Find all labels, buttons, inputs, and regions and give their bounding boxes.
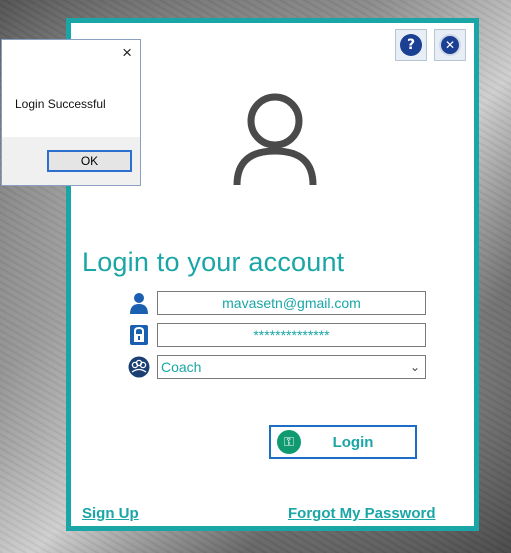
page-title: Login to your account	[82, 247, 345, 277]
close-button[interactable]: ✕	[434, 29, 466, 61]
ok-button[interactable]: OK	[47, 150, 132, 172]
help-icon: ?	[400, 34, 422, 56]
user-icon	[128, 292, 150, 314]
password-field[interactable]: **************	[157, 323, 426, 347]
sign-up-link[interactable]: Sign Up	[82, 505, 139, 522]
email-field[interactable]: mavasetn@gmail.com	[157, 291, 426, 315]
role-select-value: Coach	[161, 359, 202, 375]
role-select[interactable]: Coach ⌄	[157, 355, 426, 379]
user-avatar-icon	[231, 91, 319, 192]
login-button[interactable]: ⚿ Login	[269, 425, 417, 459]
help-button[interactable]: ?	[395, 29, 427, 61]
login-button-label: Login	[332, 433, 374, 451]
window-controls: ? ✕	[395, 29, 466, 61]
dialog-footer: OK	[2, 137, 140, 185]
dialog-close-icon[interactable]: ×	[122, 43, 132, 63]
chevron-down-icon: ⌄	[409, 360, 420, 374]
role-row: Coach ⌄	[128, 353, 426, 381]
email-row: mavasetn@gmail.com	[128, 289, 426, 317]
group-icon	[128, 356, 150, 378]
dialog-message: Login Successful	[15, 97, 106, 111]
lock-icon	[128, 324, 150, 346]
password-row: **************	[128, 321, 426, 349]
close-icon: ✕	[439, 34, 461, 56]
forgot-password-link[interactable]: Forgot My Password	[288, 505, 436, 522]
key-icon: ⚿	[277, 430, 301, 454]
message-dialog: × Login Successful OK	[1, 39, 141, 186]
